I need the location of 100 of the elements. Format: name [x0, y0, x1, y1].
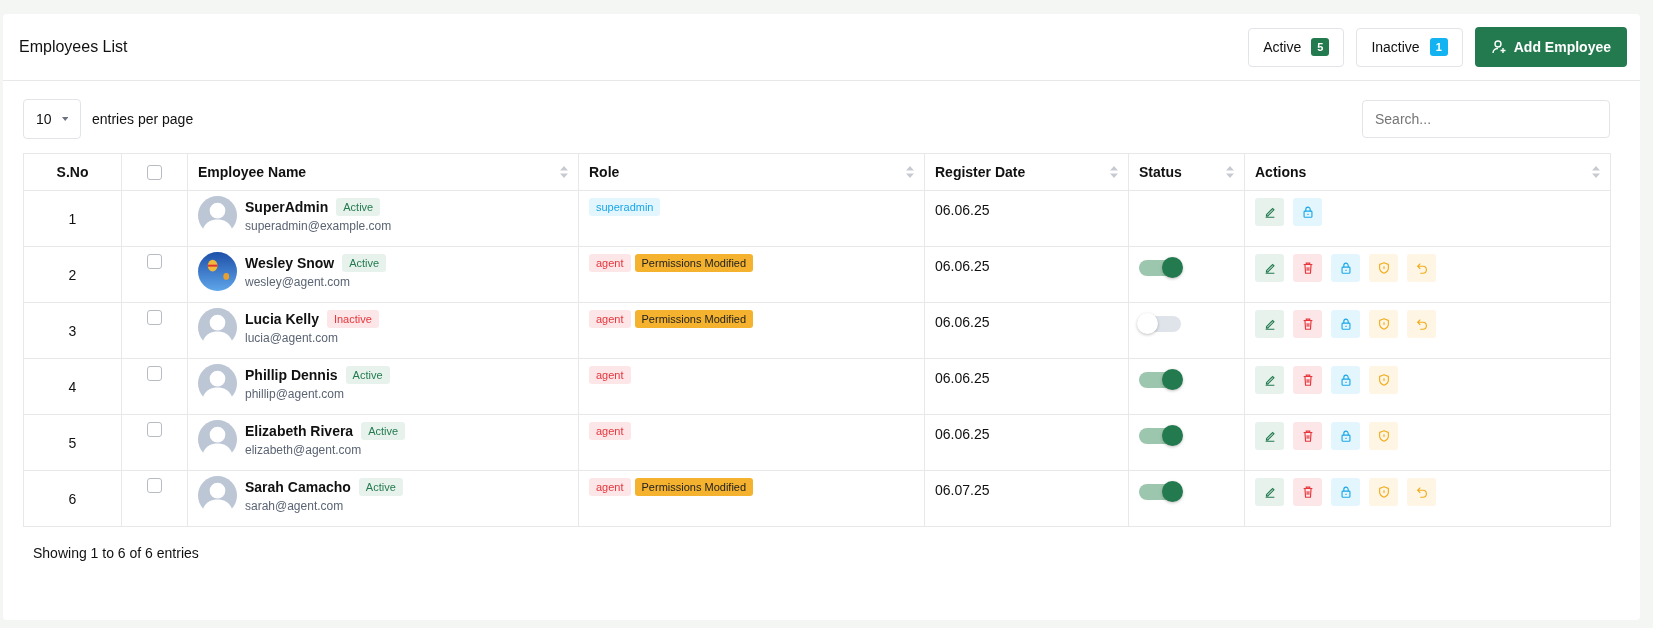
row-checkbox[interactable]	[147, 366, 162, 381]
shield-icon	[1376, 373, 1391, 387]
sort-icon[interactable]	[1592, 166, 1600, 178]
count-badge: 1	[1429, 38, 1448, 56]
employee-email: sarah@agent.com	[245, 499, 345, 513]
delete-button[interactable]	[1293, 254, 1322, 282]
caret-icon	[61, 116, 68, 122]
shield-button[interactable]	[1369, 478, 1398, 506]
lock-button[interactable]	[1293, 198, 1322, 226]
status-badge: Active	[336, 198, 381, 216]
edit-button[interactable]	[1255, 198, 1284, 226]
avatar-icon	[198, 420, 237, 459]
sort-icon[interactable]	[906, 166, 914, 178]
shield-button[interactable]	[1369, 422, 1398, 450]
lock-button[interactable]	[1331, 366, 1360, 394]
add-employee-button[interactable]: Add Employee	[1474, 27, 1627, 67]
shield-button[interactable]	[1369, 366, 1398, 394]
edit-button[interactable]	[1255, 422, 1284, 450]
employee-email: wesley@agent.com	[245, 275, 351, 289]
undo-button[interactable]	[1407, 310, 1436, 338]
column-header: Register Date	[935, 164, 1026, 180]
sort-icon[interactable]	[560, 166, 568, 178]
shield-icon	[1376, 485, 1391, 499]
shield-icon	[1376, 261, 1391, 275]
status-toggle[interactable]	[1139, 428, 1181, 444]
status-badge: Active	[361, 422, 406, 440]
column-header: Role	[589, 164, 620, 180]
register-date: 06.06.25	[935, 202, 991, 218]
page-size-select[interactable]: 10	[23, 99, 81, 139]
delete-button[interactable]	[1293, 310, 1322, 338]
role-tag: agent	[589, 478, 631, 496]
page-title: Employees List	[19, 38, 128, 56]
employee-email: superadmin@example.com	[245, 219, 392, 233]
balloon-photo-avatar	[198, 252, 237, 291]
role-tag: superadmin	[589, 198, 661, 216]
lock-icon	[1338, 373, 1353, 387]
avatar-icon	[198, 476, 237, 515]
shield-button[interactable]	[1369, 310, 1398, 338]
status-toggle[interactable]	[1139, 372, 1181, 388]
filter-button[interactable]: Inactive 1	[1356, 27, 1463, 67]
undo-button[interactable]	[1407, 478, 1436, 506]
filter-button[interactable]: Active 5	[1248, 27, 1345, 67]
avatar-icon	[198, 196, 237, 235]
status-badge: Active	[358, 478, 403, 496]
column-header: Employee Name	[198, 164, 307, 180]
column-header: S.No	[56, 164, 89, 180]
edit-button[interactable]	[1255, 478, 1284, 506]
row-checkbox[interactable]	[147, 478, 162, 493]
lock-icon	[1338, 429, 1353, 443]
select-all-checkbox[interactable]	[147, 164, 162, 180]
row-checkbox[interactable]	[147, 310, 162, 325]
page-size-label: entries per page	[92, 111, 194, 127]
search-field[interactable]: Search...	[1362, 100, 1610, 138]
undo-icon	[1414, 317, 1429, 331]
row-number: 1	[68, 210, 77, 227]
delete-button[interactable]	[1293, 478, 1322, 506]
avatar-icon	[198, 308, 237, 347]
role-tag: agent	[589, 310, 631, 328]
delete-button[interactable]	[1293, 366, 1322, 394]
sort-icon[interactable]	[1110, 166, 1118, 178]
status-badge: Active	[345, 366, 390, 384]
shield-icon	[1376, 317, 1391, 331]
row-number: 4	[68, 378, 77, 395]
lock-button[interactable]	[1331, 422, 1360, 450]
lock-icon	[1300, 205, 1315, 219]
undo-icon	[1414, 261, 1429, 275]
employee-name: Phillip Dennis	[245, 367, 338, 383]
employee-name: Lucia Kelly	[245, 311, 319, 327]
delete-button[interactable]	[1293, 422, 1322, 450]
lock-icon	[1338, 317, 1353, 331]
employee-name: Elizabeth Rivera	[245, 423, 354, 439]
sort-icon[interactable]	[1226, 166, 1234, 178]
register-date: 06.06.25	[935, 314, 991, 330]
add-user-icon	[1490, 39, 1507, 55]
role-tag: agent	[589, 254, 631, 272]
lock-icon	[1338, 485, 1353, 499]
employee-name: SuperAdmin	[245, 199, 329, 215]
edit-button[interactable]	[1255, 366, 1284, 394]
role-tag: Permissions Modified	[634, 254, 754, 272]
entries-summary: Showing 1 to 6 of 6 entries	[32, 544, 200, 563]
status-toggle[interactable]	[1139, 316, 1181, 332]
column-header: Actions	[1255, 164, 1307, 180]
lock-button[interactable]	[1331, 478, 1360, 506]
employee-email: lucia@agent.com	[245, 331, 339, 345]
role-tag: agent	[589, 366, 631, 384]
lock-button[interactable]	[1331, 254, 1360, 282]
row-checkbox[interactable]	[147, 422, 162, 437]
shield-button[interactable]	[1369, 254, 1398, 282]
register-date: 06.06.25	[935, 426, 991, 442]
lock-button[interactable]	[1331, 310, 1360, 338]
edit-button[interactable]	[1255, 254, 1284, 282]
employee-email: elizabeth@agent.com	[245, 443, 363, 457]
row-number: 3	[68, 322, 77, 339]
edit-button[interactable]	[1255, 310, 1284, 338]
status-toggle[interactable]	[1139, 484, 1181, 500]
status-toggle[interactable]	[1139, 260, 1181, 276]
avatar-icon	[198, 364, 237, 403]
register-date: 06.06.25	[935, 258, 991, 274]
undo-button[interactable]	[1407, 254, 1436, 282]
row-checkbox[interactable]	[147, 254, 162, 269]
